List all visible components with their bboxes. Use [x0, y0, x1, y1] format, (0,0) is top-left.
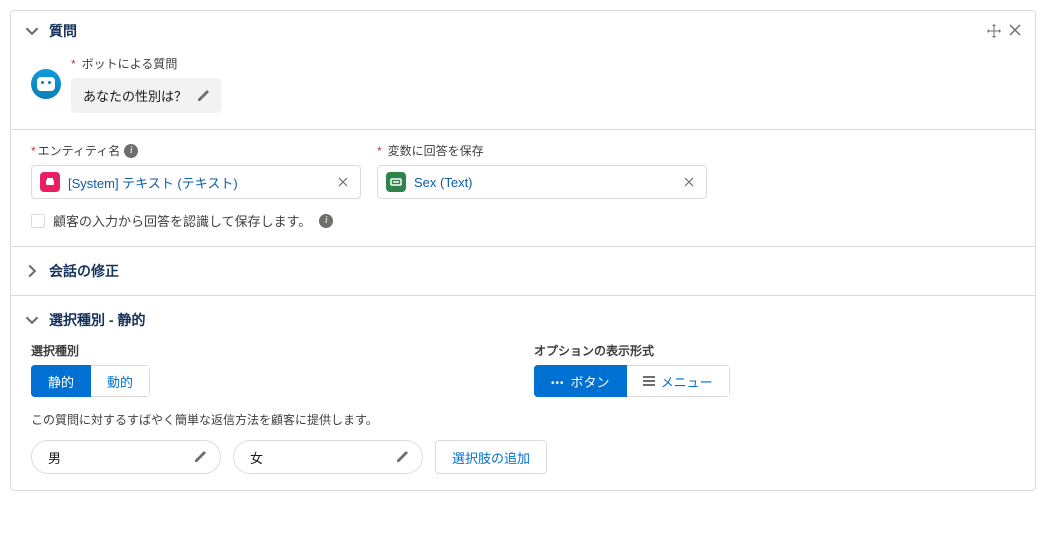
- entity-type-icon: [40, 172, 60, 192]
- choice-section-title: 選択種別 - 静的: [49, 310, 145, 330]
- edit-choice-icon[interactable]: [396, 451, 408, 463]
- choice-item-label: 女: [250, 448, 396, 467]
- display-menu-option[interactable]: メニュー: [627, 365, 730, 397]
- bot-question-bubble: あなたの性別は？: [71, 78, 221, 113]
- edit-choice-icon[interactable]: [194, 451, 206, 463]
- collapse-chevron-icon[interactable]: [25, 313, 39, 327]
- info-icon[interactable]: i: [319, 214, 333, 228]
- collapse-chevron-icon[interactable]: [25, 24, 39, 38]
- entity-clear-icon[interactable]: [334, 177, 352, 187]
- menu-lines-icon: [643, 376, 655, 386]
- choice-item[interactable]: 男: [31, 440, 221, 474]
- bot-avatar-icon: [31, 69, 61, 99]
- variable-value: Sex (Text): [414, 175, 672, 190]
- variable-clear-icon[interactable]: [680, 177, 698, 187]
- recognize-checkbox[interactable]: [31, 214, 45, 228]
- choice-type-static-button[interactable]: 静的: [31, 365, 91, 397]
- question-panel: 質問: [10, 10, 1036, 491]
- bot-question-label: ボットによる質問: [71, 55, 221, 72]
- choice-type-segment: 静的 動的: [31, 365, 150, 397]
- add-choice-button[interactable]: 選択肢の追加: [435, 440, 547, 474]
- entity-variable-section: エンティティ名 i [System] テキスト (テキスト) 変数: [11, 130, 1035, 247]
- recognize-checkbox-label: 顧客の入力から回答を認識して保存します。: [53, 211, 311, 230]
- entity-value: [System] テキスト (テキスト): [68, 173, 326, 192]
- panel-header-section: 質問: [11, 11, 1035, 130]
- bot-question-text: あなたの性別は？: [83, 86, 187, 105]
- panel-title: 質問: [49, 21, 987, 41]
- choice-item[interactable]: 女: [233, 440, 423, 474]
- close-icon[interactable]: [1009, 24, 1021, 38]
- entity-label: エンティティ名 i: [31, 142, 361, 159]
- dots-icon: [551, 374, 565, 389]
- choice-type-dynamic-button[interactable]: 動的: [91, 365, 150, 397]
- conversation-fix-section: 会話の修正: [11, 247, 1035, 296]
- conversation-fix-title: 会話の修正: [49, 261, 119, 281]
- choice-description: この質問に対するすばやく簡単な返信方法を顧客に提供します。: [31, 411, 1015, 428]
- info-icon[interactable]: i: [124, 144, 138, 158]
- move-icon[interactable]: [987, 24, 1001, 38]
- display-format-label: オプションの表示形式: [534, 342, 730, 359]
- edit-question-icon[interactable]: [197, 90, 209, 102]
- variable-type-icon: [386, 172, 406, 192]
- display-format-segment: ボタン メニュー: [534, 365, 730, 397]
- choice-type-section: 選択種別 - 静的 選択種別 静的 動的 オプションの表示形式 ボタン: [11, 296, 1035, 490]
- choice-item-label: 男: [48, 448, 194, 467]
- expand-chevron-icon[interactable]: [25, 264, 39, 278]
- choice-type-label: 選択種別: [31, 342, 150, 359]
- entity-pill[interactable]: [System] テキスト (テキスト): [31, 165, 361, 199]
- variable-pill[interactable]: Sex (Text): [377, 165, 707, 199]
- variable-label: 変数に回答を保存: [377, 142, 707, 159]
- display-button-option[interactable]: ボタン: [534, 365, 627, 397]
